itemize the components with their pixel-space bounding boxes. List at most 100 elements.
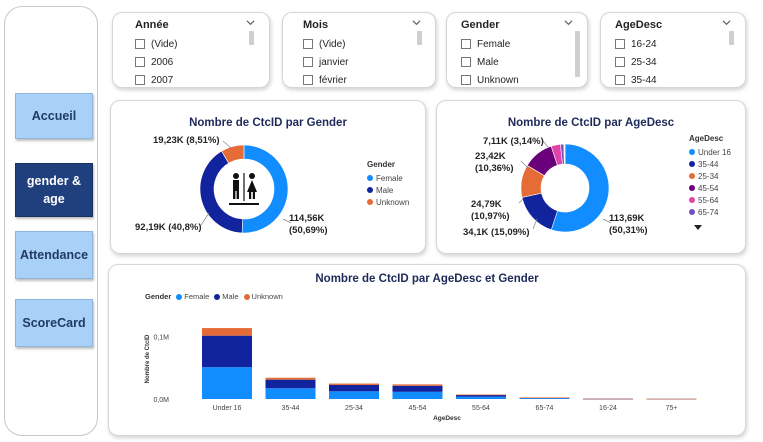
y-axis-title: Nombre de CtcID <box>145 334 151 383</box>
nav-button-accueil[interactable]: Accueil <box>15 93 93 139</box>
x-tick-label: 65-74 <box>536 405 554 412</box>
bar-45-54-unknown[interactable] <box>392 384 443 386</box>
checkbox[interactable] <box>135 57 145 67</box>
slicer-option[interactable]: 16-24 <box>615 37 657 51</box>
x-tick-label: Under 16 <box>213 405 242 412</box>
stacked-bar-chart[interactable]: Under 16 35-44 25-34 45-54 55-64 65-74 16-24 75… <box>109 265 747 437</box>
slicer-option[interactable]: 2006 <box>135 55 173 69</box>
data-label-35-44: 34,1K (15,09%) <box>463 227 530 238</box>
x-tick-label: 45-54 <box>409 405 427 412</box>
chevron-down-icon[interactable] <box>564 18 573 27</box>
option-label: 25-34 <box>631 56 657 68</box>
checkbox[interactable] <box>615 57 625 67</box>
legend-item-65-74[interactable]: 65-74 <box>689 206 731 218</box>
leader-line <box>200 212 210 226</box>
option-label: février <box>319 74 347 86</box>
data-label-25-34: 24,79K (10,97%) <box>471 199 510 222</box>
checkbox[interactable] <box>461 57 471 67</box>
legend-item-under-16[interactable]: Under 16 <box>689 146 731 158</box>
bar-65-74-female[interactable] <box>519 398 570 399</box>
slicer-option[interactable]: (Vide) <box>303 37 346 51</box>
bar-16-24-unknown[interactable] <box>583 398 633 400</box>
option-label: 16-24 <box>631 38 657 50</box>
scrollbar[interactable] <box>417 31 422 45</box>
checkbox[interactable] <box>135 39 145 49</box>
scrollbar[interactable] <box>249 31 254 45</box>
leader-line <box>518 198 524 204</box>
slicer-option[interactable]: février <box>303 73 347 87</box>
chevron-down-icon[interactable] <box>246 18 255 27</box>
x-tick-label: 16-24 <box>599 405 617 412</box>
legend-item-25-34[interactable]: 25-34 <box>689 170 731 182</box>
slicer-option[interactable]: 2007 <box>135 73 173 87</box>
bar-55-64-unknown[interactable] <box>456 394 506 396</box>
leader-line <box>542 140 550 149</box>
checkbox[interactable] <box>135 75 145 85</box>
legend-scroll-down-icon[interactable] <box>694 225 702 231</box>
restroom-icon <box>229 173 259 205</box>
bar-25-34-female[interactable] <box>329 391 379 399</box>
nav-button-gender-age[interactable]: gender & age <box>15 163 93 217</box>
x-tick-label: 25-34 <box>345 405 363 412</box>
legend-item-female[interactable]: Female <box>367 172 409 184</box>
bar-under-16-unknown[interactable] <box>202 328 252 336</box>
data-label-45-54: 23,42K (10,36%) <box>475 151 514 174</box>
bar-under-16-male[interactable] <box>202 335 252 368</box>
slicer-option[interactable]: Female <box>461 37 510 51</box>
legend-item-unknown[interactable]: Unknown <box>367 196 409 208</box>
slicer-option[interactable]: janvier <box>303 55 348 69</box>
navigation-panel: Accueil gender & age Attendance ScoreCar… <box>4 6 98 436</box>
checkbox[interactable] <box>303 57 313 67</box>
bar-25-34-male[interactable] <box>329 384 379 392</box>
slicer-option[interactable]: Male <box>461 55 499 69</box>
nav-button-scorecard[interactable]: ScoreCard <box>15 299 93 347</box>
checkbox[interactable] <box>303 75 313 85</box>
nav-button-attendance[interactable]: Attendance <box>15 231 93 279</box>
checkbox[interactable] <box>303 39 313 49</box>
option-label: Unknown <box>477 74 519 86</box>
bar-25-34-unknown[interactable] <box>329 383 379 385</box>
option-label: (Vide) <box>319 38 346 50</box>
chevron-down-icon[interactable] <box>722 18 731 27</box>
bar-45-54-male[interactable] <box>392 385 443 392</box>
scrollbar[interactable] <box>729 31 734 45</box>
scrollbar[interactable] <box>575 31 580 77</box>
slicer-option[interactable]: 35-44 <box>615 73 657 87</box>
bar-under-16-female[interactable] <box>202 367 252 399</box>
bar-55-64-female[interactable] <box>456 396 506 399</box>
legend-title: Gender <box>367 160 396 169</box>
data-label-55-64: 7,11K (3,14%) <box>483 136 544 147</box>
data-label-under-16: 113,69K (50,31%) <box>609 213 648 236</box>
slicer-mois: Mois (Vide) janvier février <box>282 12 436 88</box>
age-donut-card: Nombre de CtcID par AgeDesc 7,11K (3,14%… <box>436 100 746 254</box>
slicer-option[interactable]: (Vide) <box>135 37 178 51</box>
bar-65-74-unknown[interactable] <box>519 397 570 399</box>
slicer-option[interactable]: Unknown <box>461 73 519 87</box>
legend-item-55-64[interactable]: 55-64 <box>689 194 731 206</box>
bar-35-44-unknown[interactable] <box>265 377 316 380</box>
slicer-option[interactable]: 25-34 <box>615 55 657 69</box>
legend-item-male[interactable]: Male <box>367 184 409 196</box>
option-label: Female <box>477 38 511 50</box>
report-page: Accueil gender & age Attendance ScoreCar… <box>0 0 763 442</box>
chevron-down-icon[interactable] <box>412 18 421 27</box>
slicer-gender: Gender Female Male Unknown <box>446 12 588 88</box>
checkbox[interactable] <box>461 39 471 49</box>
legend-item-35-44[interactable]: 35-44 <box>689 158 731 170</box>
bar-chart-card: Nombre de CtcID par AgeDesc et Gender Ge… <box>108 264 746 436</box>
checkbox[interactable] <box>615 75 625 85</box>
leader-line <box>520 160 528 168</box>
bar-75-unknown[interactable] <box>646 398 697 400</box>
legend-item-45-54[interactable]: 45-54 <box>689 182 731 194</box>
checkbox[interactable] <box>461 75 471 85</box>
bar-35-44-male[interactable] <box>265 379 316 389</box>
bar-45-54-female[interactable] <box>392 391 443 399</box>
y-tick-label: 0,0M <box>153 397 169 404</box>
bar-35-44-female[interactable] <box>265 388 316 399</box>
checkbox[interactable] <box>615 39 625 49</box>
x-tick-label: 35-44 <box>282 405 300 412</box>
data-label-unknown: 19,23K (8,51%) <box>153 135 220 146</box>
slicer-title: Année <box>135 19 169 31</box>
donut-slice-35-44[interactable] <box>521 192 558 231</box>
x-tick-label: 55-64 <box>472 405 490 412</box>
